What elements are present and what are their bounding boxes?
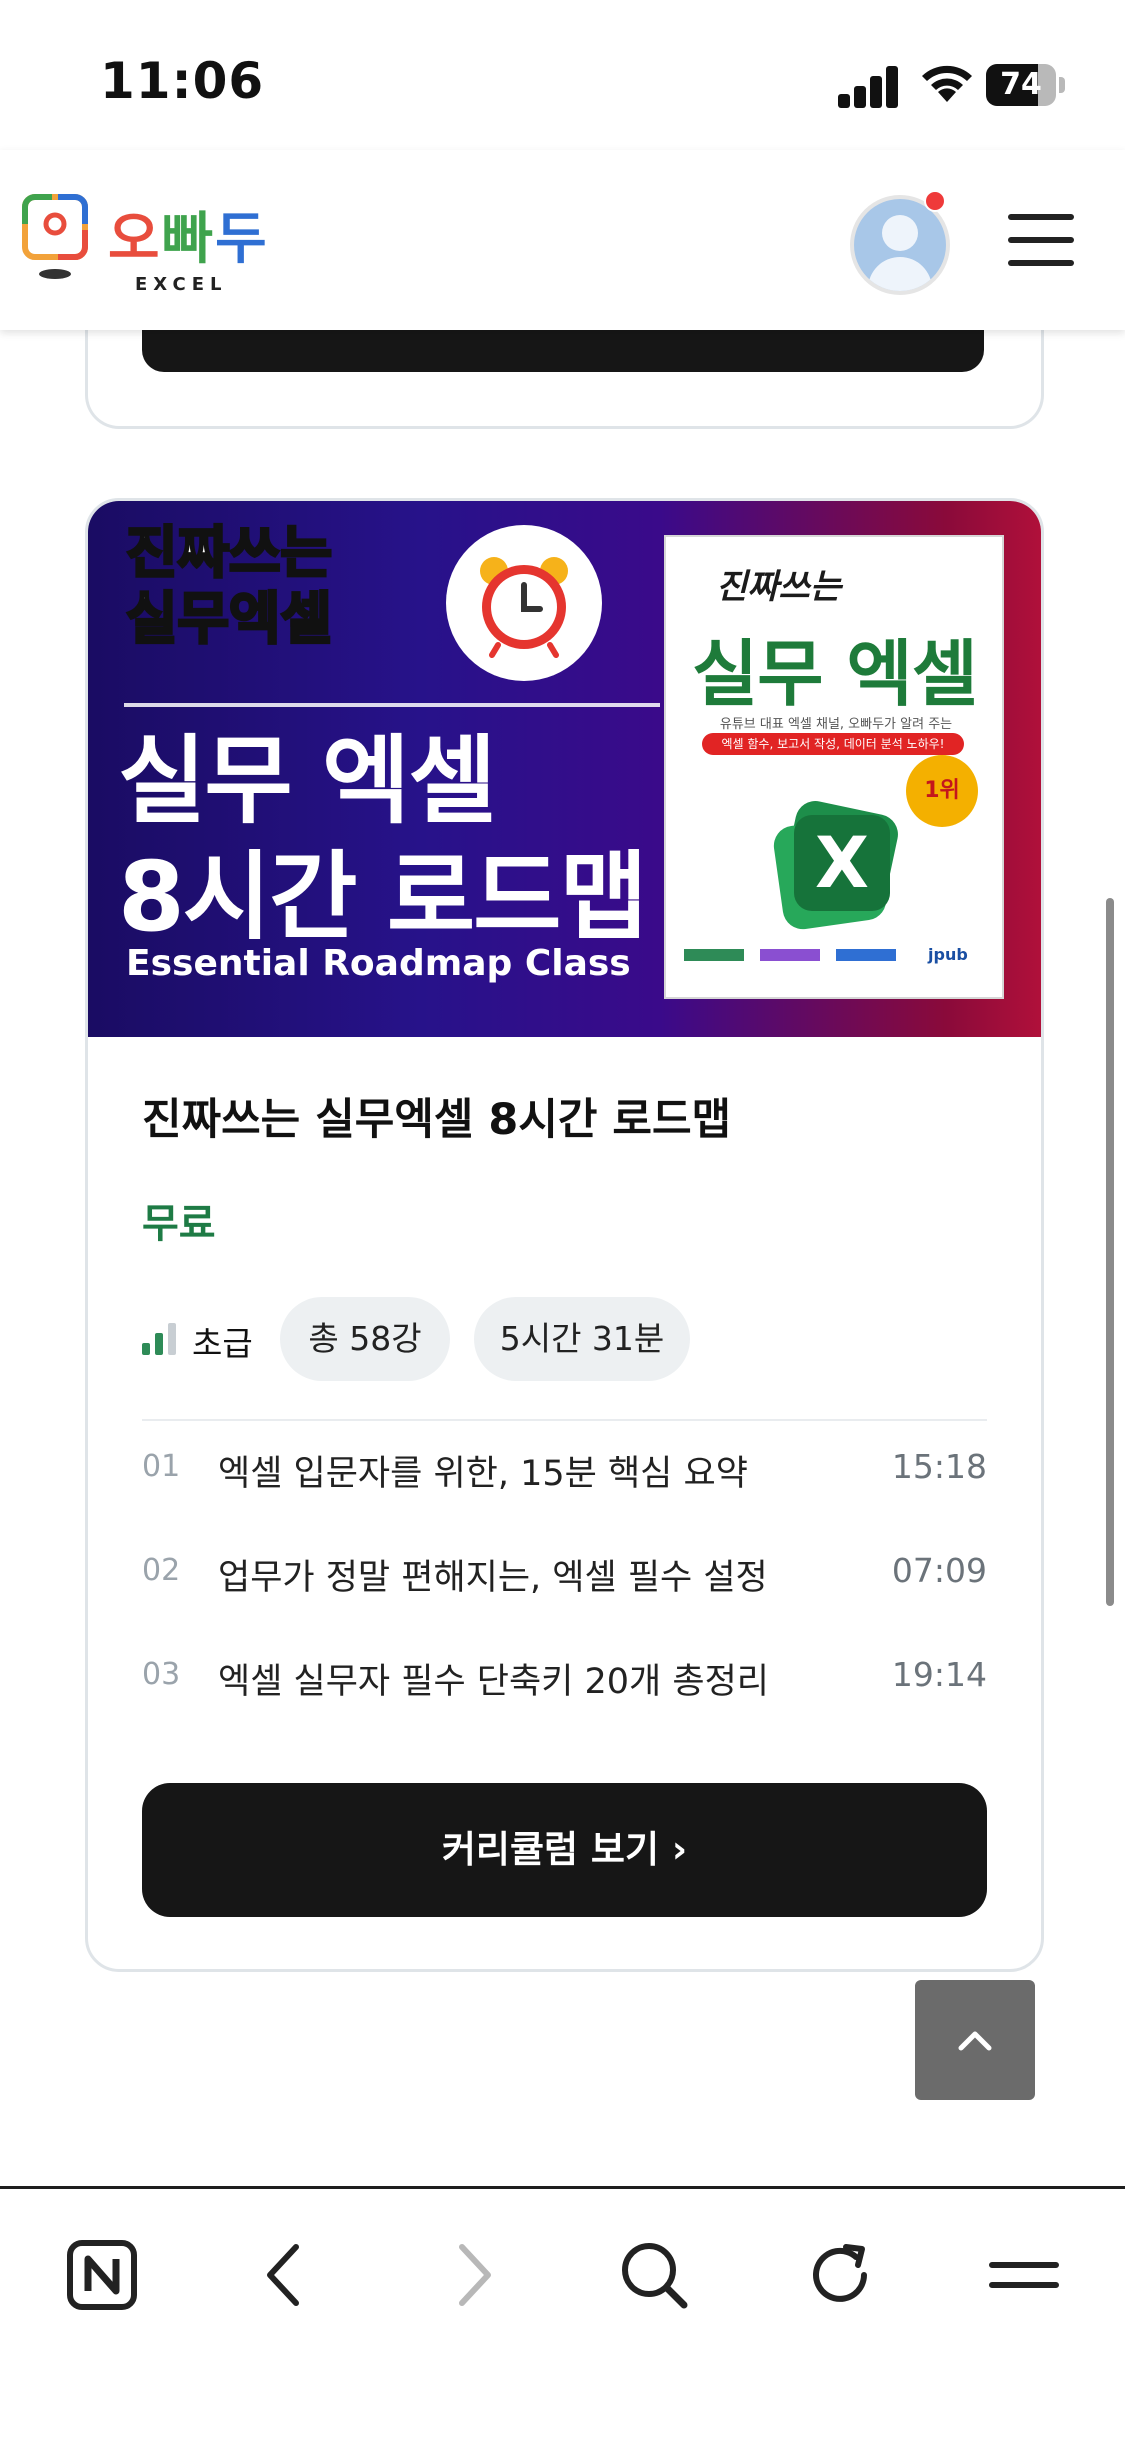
- lesson-row[interactable]: 01 엑셀 입문자를 위한, 15분 핵심 요약 15:18: [142, 1439, 987, 1499]
- book-description: 유튜브 대표 엑셀 채널, 오빠두가 알려 주는: [719, 717, 953, 732]
- lesson-name: 업무가 정말 편해지는, 엑셀 필수 설정: [218, 1558, 768, 1598]
- course-title[interactable]: 진짜쓰는 실무엑셀 8시간 로드맵: [142, 1085, 731, 1147]
- lesson-number: 03: [142, 1657, 181, 1692]
- lesson-duration: 07:09: [891, 1551, 987, 1590]
- book-pill: 엑셀 함수, 보고서 작성, 데이터 분석 노하우!: [702, 733, 964, 755]
- chevron-up-icon: [958, 2031, 992, 2051]
- status-bar: 11:06 74: [0, 0, 1125, 150]
- book-title: 실무 엑셀: [692, 632, 978, 716]
- course-card[interactable]: 진짜쓰는 실무엑셀 실무 엑셀 8시간 로드맵 Essential Roadma…: [85, 498, 1044, 1972]
- lecture-count-chip: 총 58강: [280, 1297, 450, 1381]
- course-price: 무료: [142, 1201, 216, 1247]
- lesson-row[interactable]: 03 엑셀 실무자 필수 단축키 20개 총정리 19:14: [142, 1647, 987, 1707]
- course-meta: 초급 총 58강 5시간 31분: [142, 1297, 1002, 1381]
- book-top-text: 진짜쓰는: [716, 567, 842, 607]
- site-logo[interactable]: 오빠두 EXCEL: [22, 194, 282, 295]
- search-icon[interactable]: [614, 2235, 694, 2315]
- logo-mark-icon: [22, 194, 88, 279]
- cellular-signal-icon: [838, 64, 900, 108]
- course-level: 초급: [192, 1324, 253, 1363]
- banner-divider: [124, 703, 660, 707]
- hamburger-menu-icon[interactable]: [1008, 214, 1074, 266]
- alarm-clock-icon: [446, 525, 602, 681]
- lesson-row[interactable]: 02 업무가 정말 편해지는, 엑셀 필수 설정 07:09: [142, 1543, 987, 1603]
- lesson-number: 02: [142, 1553, 181, 1588]
- book-badge: 1위: [906, 755, 978, 827]
- battery-icon: 74: [986, 64, 1066, 106]
- duration-chip: 5시간 31분: [474, 1297, 690, 1381]
- lesson-duration: 19:14: [891, 1655, 987, 1694]
- lesson-name: 엑셀 실무자 필수 단축키 20개 총정리: [218, 1662, 769, 1702]
- banner-tag: 진짜쓰는 실무엑셀: [124, 520, 333, 654]
- view-curriculum-button[interactable]: 커리큘럼 보기 ›: [142, 1783, 987, 1917]
- lesson-name: 엑셀 입문자를 위한, 15분 핵심 요약: [218, 1454, 748, 1494]
- banner-subtitle: Essential Roadmap Class: [126, 943, 631, 984]
- logo-text: 오빠두: [108, 207, 269, 272]
- logo-subtitle: EXCEL: [135, 274, 228, 295]
- book-cover: 진짜쓰는 실무 엑셀 유튜브 대표 엑셀 채널, 오빠두가 알려 주는 엑셀 함…: [664, 535, 1004, 999]
- book-footer: jpub: [684, 941, 984, 981]
- status-time: 11:06: [100, 52, 265, 110]
- notification-dot: [924, 190, 946, 212]
- back-icon[interactable]: [246, 2235, 326, 2315]
- forward-icon: [459, 2244, 491, 2306]
- site-header: 오빠두 EXCEL: [0, 150, 1125, 330]
- excel-logo-icon: X: [773, 801, 898, 930]
- level-bars-icon: [142, 1323, 178, 1355]
- scroll-to-top-button[interactable]: [915, 1980, 1035, 2100]
- scrollbar-thumb[interactable]: [1106, 898, 1114, 1606]
- browser-toolbar: [0, 2186, 1125, 2439]
- lesson-duration: 15:18: [891, 1447, 987, 1486]
- refresh-icon[interactable]: [800, 2235, 880, 2315]
- svg-text:X: X: [815, 822, 869, 904]
- menu-icon[interactable]: [984, 2235, 1064, 2315]
- banner-title: 실무 엑셀 8시간 로드맵: [118, 725, 648, 953]
- lesson-number: 01: [142, 1449, 181, 1484]
- battery-level: 74: [1000, 67, 1042, 102]
- wifi-icon: [922, 65, 972, 102]
- course-banner[interactable]: 진짜쓰는 실무엑셀 실무 엑셀 8시간 로드맵 Essential Roadma…: [88, 501, 1041, 1037]
- naver-n-icon[interactable]: [62, 2235, 142, 2315]
- divider: [142, 1419, 987, 1421]
